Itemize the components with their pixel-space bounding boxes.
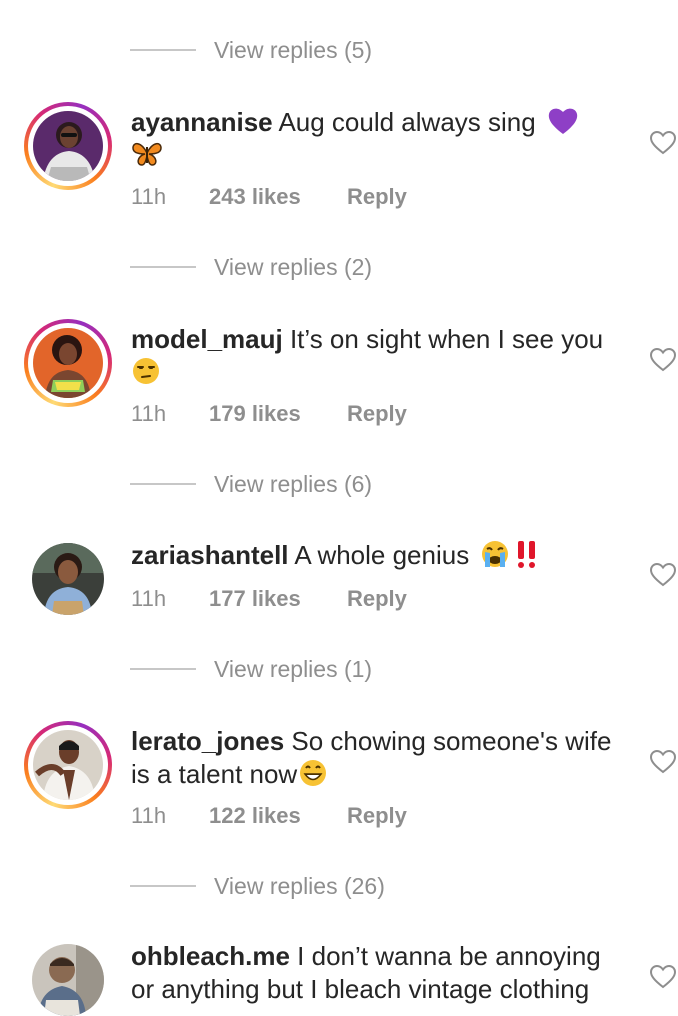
like-heart-icon[interactable] <box>650 563 676 587</box>
view-replies-label: View replies (1) <box>214 655 373 682</box>
comment-timestamp: 11h <box>131 586 167 611</box>
comment-username[interactable]: zariashantell <box>131 540 289 570</box>
replies-divider-line <box>130 266 196 268</box>
like-heart-icon[interactable] <box>650 348 676 372</box>
comment-username[interactable]: ayannanise <box>131 107 273 137</box>
crying-face-icon <box>482 541 509 567</box>
profile-photo <box>33 328 103 398</box>
comment-meta: 11h 179 likes Reply <box>131 401 407 427</box>
like-heart-icon[interactable] <box>650 965 676 989</box>
comment-username[interactable]: model_mauj <box>131 324 283 354</box>
view-replies-label: View replies (5) <box>214 36 373 63</box>
like-heart-icon[interactable] <box>650 131 676 155</box>
replies-divider-line <box>130 49 196 51</box>
comment-text: ohbleach.me I don’t wanna be annoying or… <box>131 940 631 1006</box>
comment-username[interactable]: ohbleach.me <box>131 941 290 971</box>
avatar[interactable] <box>32 944 104 1016</box>
butterfly-icon <box>132 143 162 166</box>
avatar[interactable] <box>24 319 112 407</box>
view-replies-label: View replies (2) <box>214 253 373 280</box>
comment-timestamp: 11h <box>131 803 167 828</box>
reply-button[interactable]: Reply <box>347 401 407 427</box>
comment-like-count[interactable]: 243 likes <box>209 184 347 210</box>
avatar[interactable] <box>24 721 112 809</box>
like-heart-icon[interactable] <box>650 750 676 774</box>
avatar[interactable] <box>24 102 112 190</box>
comment-meta: 11h 177 likes Reply <box>131 586 407 612</box>
comment-body: Aug could always sing <box>278 107 536 137</box>
view-replies-toggle[interactable]: View replies (1) <box>130 649 372 689</box>
profile-photo <box>33 730 103 800</box>
comment-like-count[interactable]: 122 likes <box>209 803 347 829</box>
profile-photo <box>32 543 104 615</box>
comment-body: It’s on sight when I see you <box>289 324 604 354</box>
view-replies-toggle[interactable]: View replies (2) <box>130 247 372 287</box>
comment-username[interactable]: lerato_jones <box>131 726 284 756</box>
purple-heart-icon <box>548 108 578 134</box>
view-replies-label: View replies (26) <box>214 872 385 899</box>
comment-timestamp: 11h <box>131 401 167 426</box>
unamused-face-icon <box>133 358 159 384</box>
reply-button[interactable]: Reply <box>347 184 407 210</box>
comment-meta: 11h 122 likes Reply <box>131 803 407 829</box>
view-replies-label: View replies (6) <box>214 470 373 497</box>
reply-button[interactable]: Reply <box>347 803 407 829</box>
replies-divider-line <box>130 885 196 887</box>
comment-body: A whole genius <box>294 540 470 570</box>
grinning-face-icon <box>300 760 327 786</box>
view-replies-toggle[interactable]: View replies (6) <box>130 464 372 504</box>
comment-text: ayannanise Aug could always sing <box>131 106 631 172</box>
replies-divider-line <box>130 668 196 670</box>
view-replies-toggle[interactable]: View replies (5) <box>130 30 372 70</box>
double-exclamation-icon <box>518 541 536 568</box>
comment-text: model_mauj It’s on sight when I see you <box>131 323 631 389</box>
replies-divider-line <box>130 483 196 485</box>
avatar[interactable] <box>32 543 104 615</box>
reply-button[interactable]: Reply <box>347 586 407 612</box>
profile-photo <box>33 111 103 181</box>
comment-like-count[interactable]: 179 likes <box>209 401 347 427</box>
comment-text: zariashantell A whole genius <box>131 539 631 572</box>
view-replies-toggle[interactable]: View replies (26) <box>130 866 385 906</box>
comment-like-count[interactable]: 177 likes <box>209 586 347 612</box>
comment-timestamp: 11h <box>131 184 167 209</box>
comment-text: lerato_jones So chowing someone's wife i… <box>131 725 631 791</box>
comment-meta: 11h 243 likes Reply <box>131 184 407 210</box>
profile-photo <box>32 944 104 1016</box>
